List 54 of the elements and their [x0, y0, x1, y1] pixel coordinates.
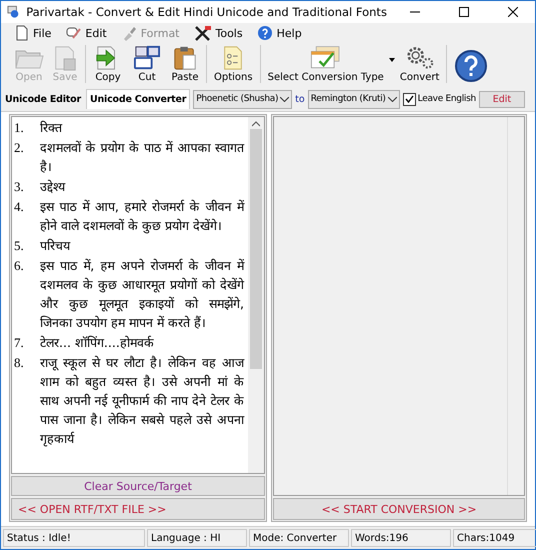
menu-item[interactable]: File: [13, 25, 54, 41]
close-icon[interactable]: [508, 7, 518, 17]
status-field: Mode: Converter: [249, 529, 349, 547]
item-number: 3.: [14, 178, 25, 196]
menu-item[interactable]: Tools: [192, 25, 245, 41]
item-number: 6.: [14, 257, 25, 275]
check-icon: [404, 95, 414, 103]
source-paragraph: इस पाठ में, हम अपने रोजमर्रा के जीवन में दशमलव के कुछ आधारमूत प्रयोगों को देखेंगे और कुछ मूलमूत इकाइयों को समझेंगे, जिनका उपयोग हम मापन में करते हैं।: [40, 257, 244, 332]
caret-icon: [388, 96, 397, 102]
help-icon: [256, 25, 273, 41]
source-paragraph: उद्देश्य: [40, 178, 66, 196]
toolbar-button[interactable]: Options: [211, 45, 256, 83]
toolbar-button[interactable]: Paste: [168, 45, 202, 83]
edit-button[interactable]: Edit: [478, 90, 525, 108]
window-title: Parivartak - Convert & Edit Hindi Unicode and Traditional Fonts: [26, 5, 387, 19]
tab[interactable]: Unicode Editor: [3, 90, 83, 108]
toolbar-button[interactable]: Select Conversion Type: [264, 45, 387, 83]
document-icon: [15, 25, 29, 41]
leave-english-checkbox[interactable]: Leave English: [402, 92, 476, 106]
item-number: 8.: [14, 354, 25, 372]
scroll-up-icon[interactable]: [252, 121, 260, 127]
toolbar-button[interactable]: Cut: [128, 45, 166, 83]
tab[interactable]: Unicode Converter: [86, 89, 190, 109]
source-paragraph: दशमलवों के प्रयोग के पाठ में आपका स्वागत है।: [40, 139, 244, 176]
source-paragraph: परिचय: [40, 237, 72, 255]
status-field: Chars:1049: [453, 529, 536, 547]
to-label: to: [295, 94, 305, 104]
status-field: Words:196: [351, 529, 451, 547]
dropdown[interactable]: Phoenetic (Shusha): [193, 90, 292, 108]
dropdown[interactable]: Remington (Kruti): [308, 90, 400, 108]
open-file-button[interactable]: << OPEN RTF/TXT FILE >>: [11, 498, 265, 520]
app-icon: [7, 5, 20, 19]
toolbar-button[interactable]: Convert: [396, 45, 442, 83]
menu-item[interactable]: Edit: [63, 25, 109, 41]
item-number: 7.: [14, 334, 25, 352]
item-number: 5.: [14, 237, 25, 255]
item-number: 4.: [14, 198, 25, 216]
status-field: Language : HI: [147, 529, 247, 547]
caret-icon: [280, 96, 290, 102]
toolbar-button[interactable]: Copy: [90, 45, 126, 83]
source-paragraph: रिक्त: [40, 119, 64, 137]
maximize-icon[interactable]: [458, 7, 469, 17]
source-paragraph: टेलर... शॉपिंग....होमवर्क: [40, 334, 155, 352]
clear-button[interactable]: Clear Source/Target: [11, 476, 265, 496]
help-icon: [454, 49, 488, 83]
item-number: 2.: [14, 139, 25, 157]
scrollbar-thumb[interactable]: [250, 129, 262, 369]
status-field: Status : Idle!: [3, 529, 145, 547]
item-number: 1.: [14, 119, 25, 137]
caret-icon[interactable]: [388, 58, 395, 62]
menu-item[interactable]: Help: [254, 25, 304, 41]
start-conversion-button[interactable]: << START CONVERSION >>: [273, 498, 525, 520]
source-paragraph: इस पाठ में आप, हमारे रोजमर्रा के जीवन में होने वाले दशमलवों के कुछ प्रयोग देखेंगे।: [40, 198, 244, 235]
source-paragraph: राजू स्कूल से घर लौटा है। लेकिन वह आज शाम को बहुत व्यस्त है। उसे अपनी मां के साथ अपनी नई यूनीफार्म की नाप देने टेलर के पास जाना है। लेकिन सबसे पहले उसे अपना गृहकार्य: [40, 354, 244, 448]
